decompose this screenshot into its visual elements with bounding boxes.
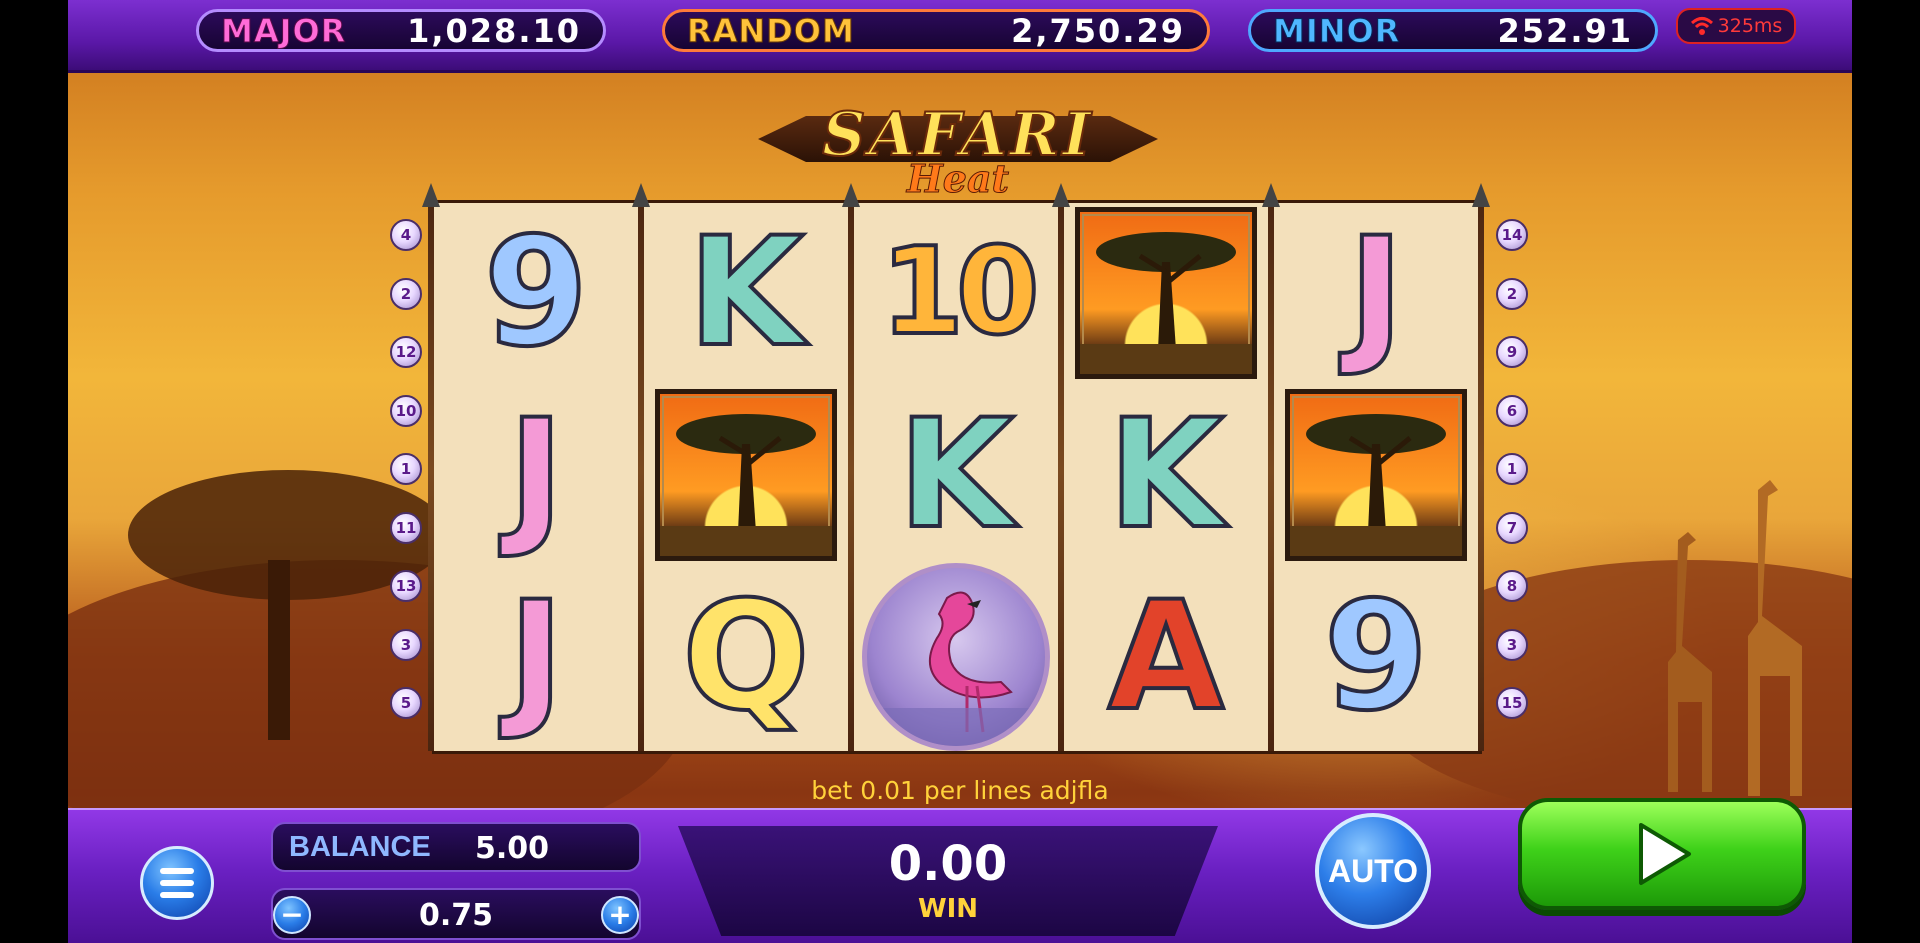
menu-button[interactable] xyxy=(140,846,214,920)
jackpot-random: RANDOM 2,750.29 xyxy=(662,9,1210,52)
reel-5: J9 xyxy=(1272,203,1480,751)
payline-marker[interactable]: 10 xyxy=(390,394,422,427)
tree-icon xyxy=(660,414,832,556)
reel-symbol: J xyxy=(432,567,640,747)
menu-icon-line xyxy=(160,892,194,898)
reel-symbol: J xyxy=(1272,203,1480,383)
payline-marker[interactable]: 1 xyxy=(1496,453,1528,485)
payline-marker[interactable]: 4 xyxy=(390,219,422,251)
payline-marker[interactable]: 2 xyxy=(1496,277,1528,310)
reel-symbol: K xyxy=(642,203,850,383)
reel-symbol xyxy=(642,385,850,565)
payline-marker[interactable]: 15 xyxy=(1496,687,1528,719)
flamingo-shape xyxy=(867,591,1045,746)
reel-symbol: 9 xyxy=(432,203,640,383)
logo-subtitle: Heat xyxy=(906,156,1010,202)
win-value: 0.00 xyxy=(888,836,1008,892)
jackpot-major-value: 1,028.10 xyxy=(407,11,581,50)
payline-marker[interactable]: 11 xyxy=(390,511,422,544)
jackpot-minor-value: 252.91 xyxy=(1497,11,1633,50)
symbol-q: Q xyxy=(680,570,812,744)
symbol-j: J xyxy=(1346,206,1406,380)
reel-divider-spear xyxy=(632,183,650,751)
giraffes-icon xyxy=(1668,480,1802,796)
reel-symbol: A xyxy=(1062,567,1270,747)
reel-2: KQ xyxy=(642,203,850,751)
payline-marker[interactable]: 3 xyxy=(390,628,422,661)
payline-marker[interactable]: 8 xyxy=(1496,570,1528,602)
jackpot-major-label: MAJOR xyxy=(220,11,347,50)
reel-symbol: Q xyxy=(642,567,850,747)
jackpot-random-value: 2,750.29 xyxy=(1011,11,1185,50)
payline-marker[interactable]: 7 xyxy=(1496,511,1528,544)
symbol-a: A xyxy=(1106,570,1226,744)
reel-divider-spear xyxy=(1052,183,1070,751)
reel-divider-spear xyxy=(1472,183,1490,751)
jackpot-minor-label: MINOR xyxy=(1272,11,1401,50)
acacia-trunk xyxy=(268,560,290,740)
jackpot-random-label: RANDOM xyxy=(687,11,855,50)
payline-marker[interactable]: 5 xyxy=(390,687,422,719)
jackpot-minor: MINOR 252.91 xyxy=(1248,9,1658,52)
jackpot-bar: MAJOR 1,028.10 RANDOM 2,750.29 MINOR 252… xyxy=(68,0,1852,73)
acacia-sunset-icon xyxy=(1075,207,1257,379)
payline-marker[interactable]: 14 xyxy=(1496,219,1528,251)
symbol-j: J xyxy=(506,388,566,562)
tree-icon xyxy=(1080,232,1252,374)
payline-marker[interactable]: 12 xyxy=(390,336,422,368)
symbol-k: K xyxy=(1106,388,1226,562)
auto-spin-button[interactable]: AUTO xyxy=(1315,813,1431,929)
symbol-k: K xyxy=(896,388,1016,562)
bet-stepper: − 0.75 + xyxy=(271,888,641,940)
reel-4: KA xyxy=(1062,203,1270,751)
acacia-sunset-icon xyxy=(655,389,837,561)
reel-grid: 9 J J K Q 10 K K A J 9 xyxy=(422,183,1490,754)
reel-divider-spear xyxy=(1262,183,1280,751)
reel-1: 9JJ xyxy=(432,203,640,751)
reel-symbol xyxy=(852,563,1060,751)
payline-marker[interactable]: 6 xyxy=(1496,394,1528,427)
reel-symbol xyxy=(1272,385,1480,565)
payline-marker[interactable]: 13 xyxy=(390,570,422,602)
reel-divider-spear xyxy=(842,183,860,751)
reel-symbol: 9 xyxy=(1272,567,1480,747)
win-display: 0.00 WIN xyxy=(678,826,1218,936)
payline-marker[interactable]: 3 xyxy=(1496,628,1528,661)
reel-symbol: J xyxy=(432,385,640,565)
symbol-k: K xyxy=(686,206,806,380)
bet-value: 0.75 xyxy=(418,898,494,933)
play-icon xyxy=(1639,823,1691,885)
balance-value: 5.00 xyxy=(475,831,550,866)
game-stage: MAJOR 1,028.10 RANDOM 2,750.29 MINOR 252… xyxy=(68,0,1852,943)
jackpot-major: MAJOR 1,028.10 xyxy=(196,9,606,52)
reel-3: 10 K xyxy=(852,203,1060,751)
reel-symbol xyxy=(1062,203,1270,383)
symbol-j: J xyxy=(506,570,566,744)
symbol-9: 9 xyxy=(1322,570,1430,744)
payline-marker[interactable]: 2 xyxy=(390,277,422,310)
reel-divider-spear xyxy=(422,183,440,751)
spin-button[interactable] xyxy=(1518,798,1806,910)
wifi-icon xyxy=(1690,17,1713,35)
latency-value: 325ms xyxy=(1717,15,1783,37)
payline-marker[interactable]: 9 xyxy=(1496,336,1528,368)
flamingo-icon xyxy=(862,563,1050,751)
balance-display: BALANCE 5.00 xyxy=(271,822,641,872)
balance-label: BALANCE xyxy=(289,831,431,863)
latency-indicator: 325ms xyxy=(1676,8,1796,44)
win-label: WIN xyxy=(917,894,979,924)
symbol-9: 9 xyxy=(482,206,590,380)
reel-symbol: 10 xyxy=(852,203,1060,383)
bet-increase-button[interactable]: + xyxy=(601,896,639,934)
menu-icon xyxy=(160,868,194,874)
menu-icon-line xyxy=(160,880,194,886)
game-logo: SAFARI Heat xyxy=(758,98,1158,202)
acacia-sunset-icon xyxy=(1285,389,1467,561)
control-bar: BALANCE 5.00 − 0.75 + 0.00 WIN AUTO xyxy=(68,798,1852,943)
payline-marker[interactable]: 1 xyxy=(390,453,422,485)
reel-symbol: K xyxy=(1062,385,1270,565)
reel-symbol: K xyxy=(852,385,1060,565)
tree-icon xyxy=(1290,414,1462,556)
symbol-10: 10 xyxy=(879,223,1042,362)
